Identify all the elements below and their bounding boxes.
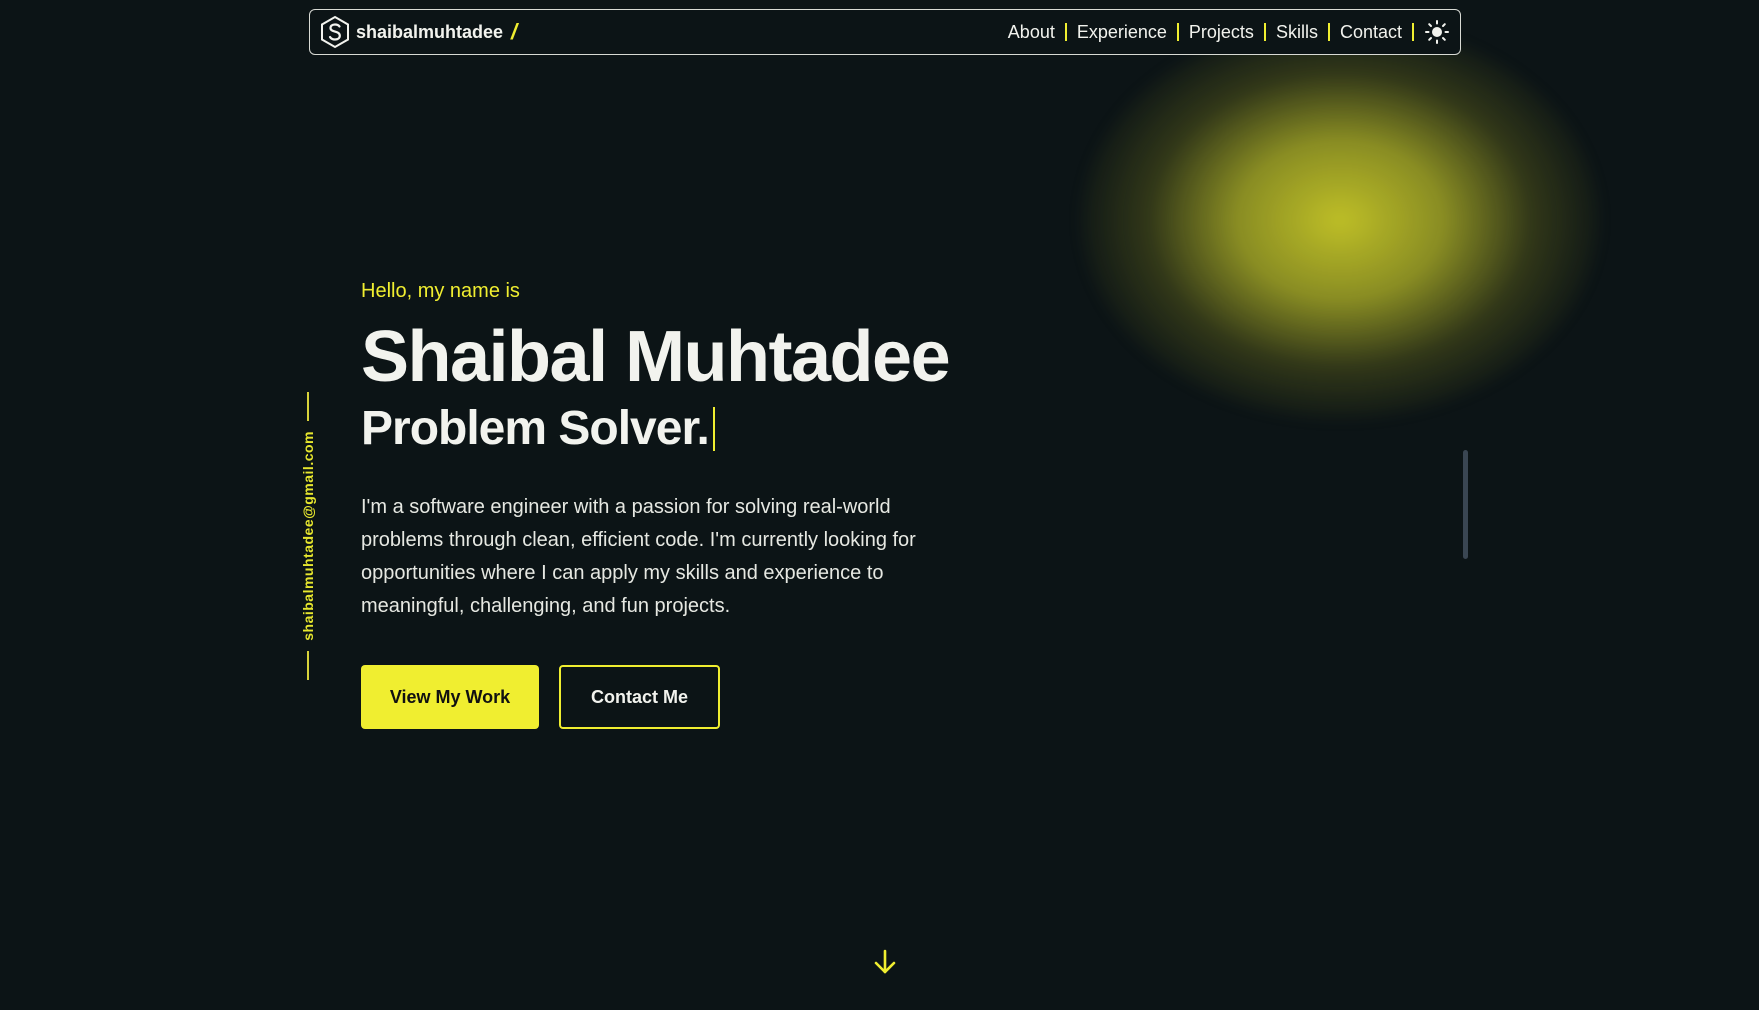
- typing-caret: [712, 407, 716, 451]
- accent-glow: [1080, 20, 1600, 420]
- theme-toggle-button[interactable]: [1424, 19, 1450, 45]
- contact-me-button[interactable]: Contact Me: [559, 665, 720, 729]
- cta-row: View My Work Contact Me: [361, 665, 961, 729]
- nav-link-contact[interactable]: Contact: [1330, 22, 1412, 43]
- hero-name: Shaibal Muhtadee: [361, 317, 951, 397]
- hero-section: Hello, my name is Shaibal Muhtadee Probl…: [361, 280, 961, 729]
- arrow-down-icon: [874, 949, 896, 974]
- side-line-top: [307, 392, 309, 422]
- side-line-bottom: [307, 650, 309, 680]
- nav-link-about[interactable]: About: [998, 22, 1065, 43]
- hero-greeting: Hello, my name is: [361, 280, 520, 302]
- scroll-indicator[interactable]: [1463, 450, 1468, 559]
- nav-link-experience[interactable]: Experience: [1067, 22, 1177, 43]
- brand-name: shaibalmuhtadee: [356, 21, 504, 42]
- view-my-work-button[interactable]: View My Work: [361, 665, 539, 729]
- email-link[interactable]: shaibalmuhtadee@gmail.com: [300, 431, 316, 641]
- nav-link-projects[interactable]: Projects: [1179, 22, 1264, 43]
- page: shaibalmuhtadee / About Experience Proje…: [0, 0, 1759, 1010]
- sun-icon: [1425, 20, 1449, 44]
- brand-slash: /: [511, 19, 518, 44]
- nav-link-skills[interactable]: Skills: [1266, 22, 1328, 43]
- brand-link[interactable]: shaibalmuhtadee /: [320, 15, 517, 49]
- scroll-down-button[interactable]: [872, 948, 898, 976]
- hero-role-text: Problem Solver.: [361, 402, 710, 455]
- nav-links: About Experience Projects Skills Contact: [998, 19, 1450, 45]
- hero-bio: I'm a software engineer with a passion f…: [361, 496, 916, 617]
- side-email: shaibalmuhtadee@gmail.com: [299, 392, 317, 680]
- navbar: shaibalmuhtadee / About Experience Proje…: [309, 9, 1461, 55]
- hero-role: Problem Solver.: [361, 401, 961, 457]
- hexagon-s-logo-icon: [320, 15, 350, 49]
- nav-separator: [1412, 23, 1414, 41]
